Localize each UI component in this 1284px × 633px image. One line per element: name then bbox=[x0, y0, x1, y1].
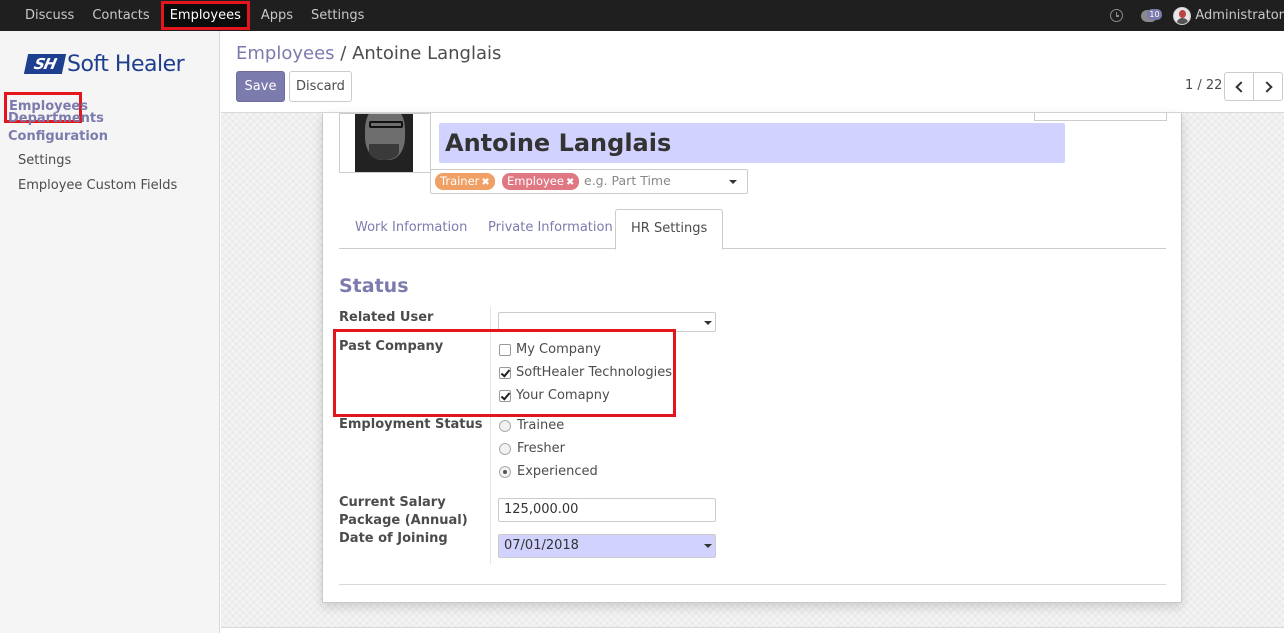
control-panel: Employees / Antoine Langlais Save Discar… bbox=[221, 31, 1284, 113]
section-title-status: Status bbox=[339, 275, 409, 297]
chevron-left-icon bbox=[1234, 80, 1247, 93]
pager-value[interactable]: 1 / 22 bbox=[1185, 78, 1222, 93]
date-of-joining-input[interactable]: 07/01/2018 bbox=[498, 534, 716, 558]
radio-label: Fresher bbox=[517, 441, 565, 456]
radio-experienced[interactable]: Experienced bbox=[499, 464, 598, 479]
sheet-footer-divider bbox=[339, 584, 1166, 585]
sidebar-item-employee-custom-fields[interactable]: Employee Custom Fields bbox=[18, 178, 177, 193]
radio-selected-icon[interactable] bbox=[499, 465, 511, 478]
radio-fresher[interactable]: Fresher bbox=[499, 441, 565, 456]
remove-tag-icon[interactable]: ✖ bbox=[566, 177, 574, 188]
softhealer-logo: SH Soft Healer bbox=[23, 50, 185, 78]
app-menu: Discuss Contacts Employees Apps Settings bbox=[16, 0, 373, 31]
radio-unselected-icon[interactable] bbox=[499, 442, 511, 455]
breadcrumb-current: Antoine Langlais bbox=[352, 43, 502, 64]
user-menu[interactable]: Administrator bbox=[1195, 8, 1284, 23]
user-avatar[interactable] bbox=[1173, 6, 1192, 25]
pager-previous-button[interactable] bbox=[1224, 72, 1254, 101]
radio-label: Trainee bbox=[517, 418, 565, 433]
logo-text: Soft Healer bbox=[67, 51, 185, 77]
radio-trainee[interactable]: Trainee bbox=[499, 418, 564, 433]
tag-trainer-label: Trainer bbox=[440, 174, 480, 188]
chevron-down-icon bbox=[704, 321, 712, 325]
menu-employees[interactable]: Employees bbox=[160, 1, 250, 30]
breadcrumb: Employees / Antoine Langlais bbox=[236, 43, 501, 64]
category-tags-field[interactable]: Trainer ✖ Employee ✖ e.g. Part Time bbox=[430, 169, 748, 194]
tag-employee-label: Employee bbox=[507, 174, 564, 188]
chevron-down-icon[interactable] bbox=[729, 180, 737, 184]
tab-hr-settings[interactable]: HR Settings bbox=[615, 209, 724, 250]
employee-form-sheet: Antoine Langlais Trainer ✖ Employee ✖ e.g.… bbox=[322, 113, 1182, 603]
salary-input[interactable]: 125,000.00 bbox=[498, 498, 716, 522]
bottom-divider bbox=[221, 627, 1284, 633]
employee-name-input[interactable]: Antoine Langlais bbox=[439, 123, 1065, 163]
breadcrumb-separator: / bbox=[340, 43, 347, 64]
pager-next-button[interactable] bbox=[1253, 72, 1283, 101]
employee-photo-image bbox=[355, 114, 413, 172]
label-date-of-joining: Date of Joining bbox=[339, 531, 448, 546]
remove-tag-icon[interactable]: ✖ bbox=[481, 177, 489, 188]
top-navbar: Discuss Contacts Employees Apps Settings… bbox=[0, 0, 1284, 31]
radio-unselected-icon[interactable] bbox=[499, 419, 511, 432]
tag-employee: Employee ✖ bbox=[502, 173, 580, 190]
tag-trainer: Trainer ✖ bbox=[435, 173, 495, 190]
tags-input-placeholder[interactable]: e.g. Part Time bbox=[584, 173, 671, 188]
annotation-highlight-box bbox=[333, 329, 676, 417]
button-box-edge bbox=[1034, 113, 1167, 121]
discard-button[interactable]: Discard bbox=[289, 71, 352, 102]
sidebar-item-configuration: Configuration bbox=[8, 129, 108, 144]
menu-discuss[interactable]: Discuss bbox=[16, 0, 83, 31]
label-related-user: Related User bbox=[339, 310, 434, 325]
breadcrumb-employees-link[interactable]: Employees bbox=[236, 43, 335, 64]
form-tabs: Work Information Private Information HR … bbox=[339, 209, 1166, 250]
chevron-right-icon bbox=[1260, 80, 1273, 93]
employee-photo[interactable] bbox=[339, 113, 431, 173]
label-employment-status: Employment Status bbox=[339, 417, 483, 432]
menu-apps[interactable]: Apps bbox=[252, 0, 302, 31]
menu-contacts[interactable]: Contacts bbox=[83, 0, 158, 31]
systray: 10 Administrator bbox=[1110, 0, 1284, 31]
label-current-salary: Current Salary Package (Annual) bbox=[339, 495, 468, 528]
chat-icon[interactable]: 10 bbox=[1141, 8, 1162, 22]
chevron-down-icon[interactable] bbox=[704, 544, 712, 548]
chat-count-badge: 10 bbox=[1147, 8, 1162, 20]
tab-private-information[interactable]: Private Information bbox=[473, 209, 628, 249]
tab-work-information[interactable]: Work Information bbox=[340, 209, 482, 249]
date-value: 07/01/2018 bbox=[504, 538, 579, 553]
menu-settings[interactable]: Settings bbox=[302, 0, 373, 31]
sidebar: SH Soft Healer Employees Departments Con… bbox=[0, 31, 220, 633]
logo-mark-icon: SH bbox=[23, 54, 67, 74]
sidebar-item-departments[interactable]: Departments bbox=[8, 111, 104, 126]
sidebar-item-settings[interactable]: Settings bbox=[18, 153, 71, 168]
radio-label: Experienced bbox=[517, 464, 598, 479]
activity-clock-icon[interactable] bbox=[1110, 9, 1124, 22]
save-button[interactable]: Save bbox=[236, 71, 285, 102]
